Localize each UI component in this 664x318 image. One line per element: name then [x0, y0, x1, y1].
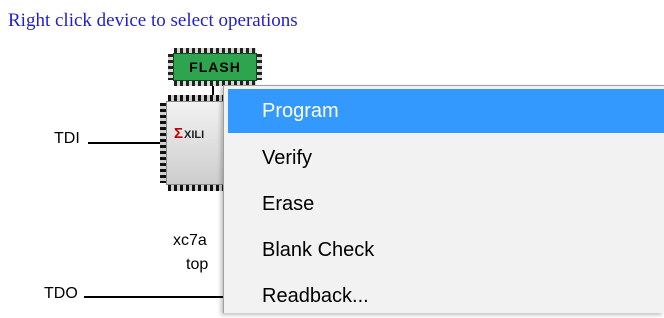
menu-item-program[interactable]: Program	[228, 89, 664, 133]
xilinx-logo: ΣXILI	[174, 125, 205, 142]
context-menu: Program Verify Erase Blank Check Readbac…	[223, 85, 664, 313]
menu-item-blank-check[interactable]: Blank Check	[228, 228, 664, 272]
menu-item-erase[interactable]: Erase	[228, 182, 664, 226]
flash-chip-label: FLASH	[173, 53, 257, 81]
device-file: top	[186, 256, 209, 273]
instruction-hint: Right click device to select operations	[8, 10, 298, 31]
tdi-label: TDI	[54, 130, 80, 147]
menu-item-verify[interactable]: Verify	[228, 136, 664, 180]
device-name: xc7a	[173, 232, 207, 249]
tdo-wire	[84, 296, 224, 298]
tdi-wire	[88, 142, 162, 144]
xilinx-sigma-icon: Σ	[174, 125, 184, 142]
fpga-device[interactable]: ΣXILI	[160, 95, 230, 191]
tdo-label: TDO	[44, 285, 78, 302]
menu-item-readback[interactable]: Readback...	[228, 274, 664, 318]
flash-chip[interactable]: FLASH	[168, 48, 262, 86]
